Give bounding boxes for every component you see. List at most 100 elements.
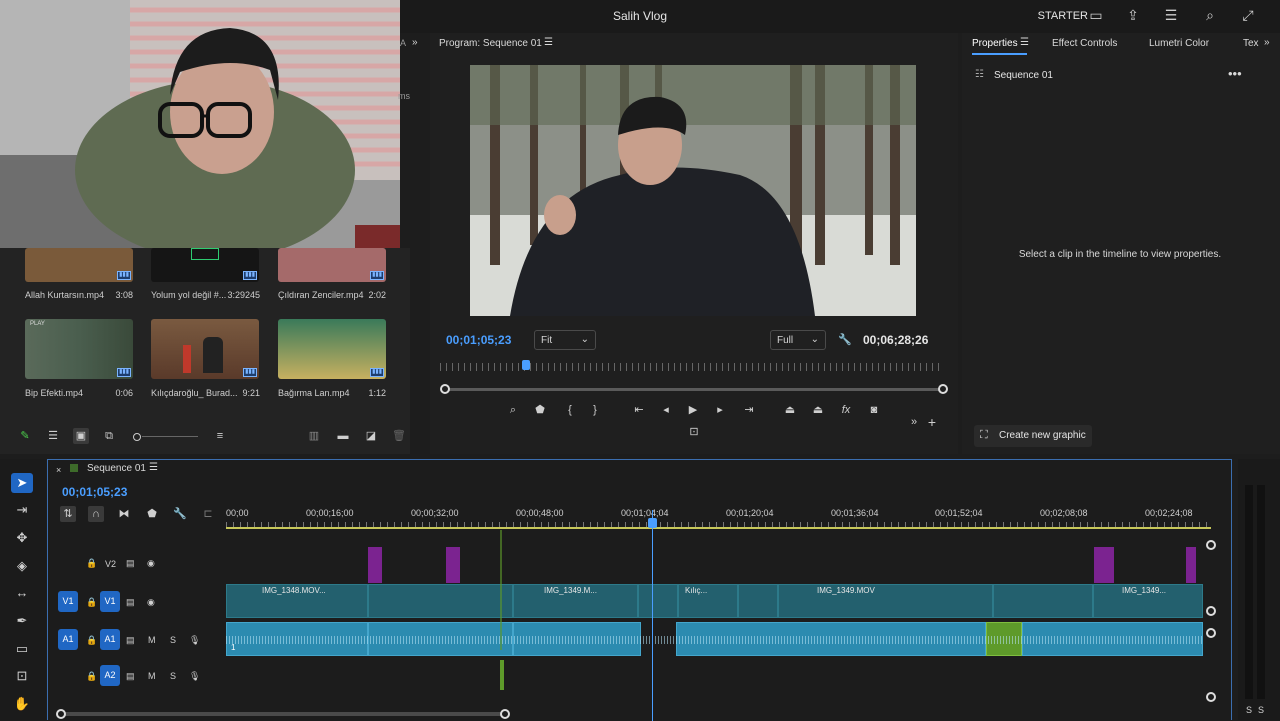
- go-to-out-icon[interactable]: ⇥: [741, 402, 757, 418]
- video-clip[interactable]: IMG_1349.M...: [513, 584, 638, 618]
- nested-clip[interactable]: [368, 547, 382, 583]
- hscroll-handle-left[interactable]: [56, 709, 66, 719]
- close-icon[interactable]: ×: [56, 465, 61, 475]
- camera-icon[interactable]: ◙: [866, 402, 882, 418]
- timeline-playhead[interactable]: [648, 518, 657, 528]
- step-forward-icon[interactable]: ▸: [712, 402, 728, 418]
- program-current-timecode[interactable]: 00;01;05;23: [446, 333, 511, 347]
- properties-menu-icon[interactable]: ☰: [1020, 37, 1029, 48]
- timeline-hscrollbar[interactable]: [60, 712, 505, 716]
- fx-icon[interactable]: fx: [838, 402, 854, 418]
- clip-thumb-bip[interactable]: PLAY ▮▮▮: [25, 319, 133, 379]
- menu-icon[interactable]: ☰: [1163, 7, 1179, 23]
- timeline-menu-icon[interactable]: ☰: [149, 462, 158, 473]
- go-to-in-icon[interactable]: ⇤: [631, 402, 647, 418]
- track-select-icon[interactable]: ⇥: [11, 500, 33, 520]
- video-clip[interactable]: [638, 584, 678, 618]
- workspace-label[interactable]: STARTER: [1038, 10, 1088, 22]
- clip-thumb-kilicdaroglu[interactable]: ▮▮▮: [151, 319, 259, 379]
- captions-icon[interactable]: ⊏: [200, 506, 216, 522]
- sync-lock-icon[interactable]: ▤: [126, 558, 135, 569]
- slip-tool-icon[interactable]: ↔: [11, 583, 33, 603]
- track-target-a2[interactable]: A2: [100, 665, 120, 686]
- tab-lumetri-color[interactable]: Lumetri Color: [1149, 38, 1209, 49]
- video-clip[interactable]: IMG_1349...: [1093, 584, 1203, 618]
- track-target-v1[interactable]: V1: [100, 591, 120, 612]
- rectangle-tool-icon[interactable]: ▭: [11, 639, 33, 659]
- track-target-a1[interactable]: A1: [100, 629, 120, 650]
- snap-icon[interactable]: ∩: [88, 506, 104, 522]
- add-marker-icon[interactable]: ⌕: [505, 402, 521, 418]
- scroll-handle-right[interactable]: [938, 384, 948, 394]
- eye-icon[interactable]: ◉: [147, 558, 155, 569]
- marker-icon[interactable]: ⬟: [532, 402, 548, 418]
- expand-icon[interactable]: »: [412, 37, 418, 48]
- create-new-graphic-button[interactable]: ⛶ Create new graphic: [974, 425, 1092, 447]
- mark-in-icon[interactable]: {: [562, 402, 578, 418]
- comparison-view-icon[interactable]: ⊡: [686, 424, 702, 440]
- wrench-icon[interactable]: 🔧: [837, 332, 853, 348]
- trash-icon[interactable]: 🗑: [391, 428, 407, 444]
- program-menu-icon[interactable]: ☰: [544, 37, 553, 48]
- vscroll-audio-bottom[interactable]: [1206, 692, 1216, 702]
- clip-thumb-yolum[interactable]: ▮▮▮: [151, 248, 259, 282]
- freeform-view-icon[interactable]: ⧉: [101, 428, 117, 444]
- mark-out-icon[interactable]: }: [587, 402, 603, 418]
- timeline-tab[interactable]: Sequence 01: [87, 463, 146, 474]
- work-area-bar[interactable]: [226, 527, 1211, 529]
- nested-clip[interactable]: [446, 547, 460, 583]
- vscroll-audio-top[interactable]: [1206, 628, 1216, 638]
- list-view-icon[interactable]: ☰: [45, 428, 61, 444]
- video-clip[interactable]: IMG_1349.MOV: [778, 584, 993, 618]
- lock-icon[interactable]: 🔒: [86, 558, 97, 569]
- zoom-slider-handle[interactable]: [133, 433, 141, 441]
- fit-dropdown[interactable]: Fit ⌄: [534, 330, 596, 350]
- video-clip[interactable]: [368, 584, 513, 618]
- lock-icon[interactable]: 🔒: [86, 597, 97, 608]
- fullscreen-icon[interactable]: ⤢: [1240, 7, 1256, 23]
- video-clip[interactable]: Kılıç...: [678, 584, 738, 618]
- panel-icon[interactable]: ▭: [1088, 7, 1104, 23]
- ripple-edit-icon[interactable]: ✥: [11, 528, 33, 548]
- video-clip[interactable]: IMG_1348.MOV...: [226, 584, 368, 618]
- solo-button[interactable]: S: [170, 635, 176, 645]
- share-icon[interactable]: ⇪: [1125, 7, 1141, 23]
- tab-text[interactable]: Tex: [1243, 38, 1259, 49]
- more-options-icon[interactable]: •••: [1228, 66, 1242, 81]
- clip-thumb-cildiran[interactable]: ▮▮▮: [278, 248, 386, 282]
- program-scrollbar[interactable]: [444, 388, 943, 391]
- video-clip[interactable]: [993, 584, 1093, 618]
- search-icon[interactable]: ⌕: [1202, 7, 1218, 23]
- nest-toggle-icon[interactable]: ⇅: [60, 506, 76, 522]
- add-marker-icon[interactable]: ⬟: [144, 506, 160, 522]
- lock-icon[interactable]: 🔒: [86, 635, 97, 646]
- tab-properties[interactable]: Properties: [972, 38, 1018, 49]
- quality-dropdown[interactable]: Full ⌄: [770, 330, 826, 350]
- play-icon[interactable]: ▶: [685, 402, 701, 418]
- selection-tool-icon[interactable]: ➤: [11, 473, 33, 493]
- settings-wrench-icon[interactable]: 🔧: [172, 506, 188, 522]
- eye-icon[interactable]: ◉: [147, 597, 155, 608]
- source-patch-a1[interactable]: A1: [58, 629, 78, 650]
- pencil-icon[interactable]: ✎: [17, 428, 33, 444]
- lift-icon[interactable]: ⏏: [782, 402, 798, 418]
- timeline-current-timecode[interactable]: 00;01;05;23: [62, 485, 127, 499]
- add-button-icon[interactable]: +: [924, 414, 940, 430]
- hand-tool-icon[interactable]: ✋: [11, 694, 33, 714]
- extract-icon[interactable]: ⏏: [810, 402, 826, 418]
- linked-selection-icon[interactable]: ⧓: [116, 506, 132, 522]
- icon-view-icon[interactable]: ▣: [73, 428, 89, 444]
- zoom-slider-track[interactable]: [142, 436, 198, 437]
- pen-tool-icon[interactable]: ✒: [11, 611, 33, 631]
- nested-clip[interactable]: [1186, 547, 1196, 583]
- sort-icon[interactable]: ≡: [212, 428, 228, 444]
- audio-clip-small[interactable]: [500, 660, 504, 690]
- microphone-icon[interactable]: 🎙: [189, 671, 200, 682]
- razor-tool-icon[interactable]: ◈: [11, 556, 33, 576]
- step-back-icon[interactable]: ◂: [658, 402, 674, 418]
- source-patch-v1[interactable]: V1: [58, 591, 78, 612]
- folder-icon[interactable]: ▬: [335, 428, 351, 444]
- video-clip[interactable]: [738, 584, 778, 618]
- expand-icon[interactable]: »: [1264, 37, 1270, 48]
- sync-lock-icon[interactable]: ▤: [126, 635, 135, 646]
